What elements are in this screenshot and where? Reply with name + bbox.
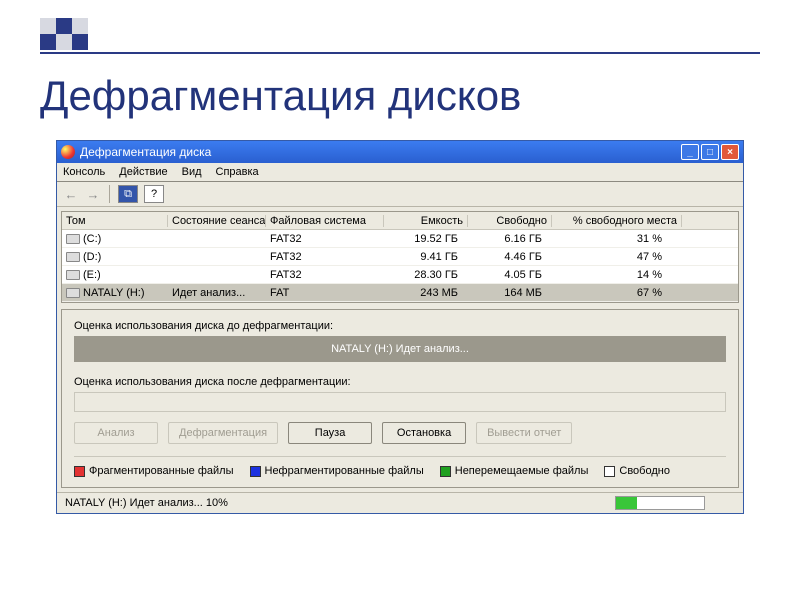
report-button[interactable]: Вывести отчет <box>476 422 572 444</box>
menu-help[interactable]: Справка <box>216 166 259 178</box>
minimize-button[interactable]: _ <box>681 144 699 160</box>
pause-button[interactable]: Пауза <box>288 422 372 444</box>
defragment-button[interactable]: Дефрагментация <box>168 422 278 444</box>
close-button[interactable]: × <box>721 144 739 160</box>
legend-free: Свободно <box>604 465 670 477</box>
col-pct[interactable]: % свободного места <box>552 215 682 227</box>
window-body: Том Состояние сеанса Файловая система Ем… <box>57 207 743 492</box>
drive-icon <box>66 288 80 298</box>
slide-deco <box>72 18 88 34</box>
toolbar-props-button[interactable]: ⧉ <box>118 185 138 203</box>
swatch-red-icon <box>74 466 85 477</box>
legend-immovable: Неперемещаемые файлы <box>440 465 589 477</box>
cell-volume: (C:) <box>62 233 168 245</box>
cell-pct: 47 % <box>552 251 682 263</box>
slide-deco <box>40 18 56 34</box>
toolbar-help-button[interactable]: ? <box>144 185 164 203</box>
stop-button[interactable]: Остановка <box>382 422 466 444</box>
app-icon <box>61 145 75 159</box>
slide-divider <box>40 52 760 54</box>
swatch-green-icon <box>440 466 451 477</box>
cell-fs: FAT32 <box>266 269 384 281</box>
toolbar: ← → ⧉ ? <box>57 182 743 207</box>
col-state[interactable]: Состояние сеанса <box>168 215 266 227</box>
after-usage-bar <box>74 392 726 412</box>
defrag-window: Дефрагментация диска _ □ × Консоль Дейст… <box>56 140 744 514</box>
analyze-button[interactable]: Анализ <box>74 422 158 444</box>
back-icon[interactable]: ← <box>63 187 79 201</box>
forward-icon[interactable]: → <box>85 187 101 201</box>
cell-free: 6.16 ГБ <box>468 233 552 245</box>
col-free[interactable]: Свободно <box>468 215 552 227</box>
status-bar: NATALY (H:) Идет анализ... 10% <box>57 492 743 513</box>
toolbar-separator <box>109 185 110 203</box>
cell-capacity: 243 МБ <box>384 287 468 299</box>
col-volume[interactable]: Том <box>62 215 168 227</box>
cell-volume: (E:) <box>62 269 168 281</box>
cell-free: 164 МБ <box>468 287 552 299</box>
cell-fs: FAT32 <box>266 251 384 263</box>
after-label: Оценка использования диска после дефрагм… <box>74 376 726 388</box>
menubar: Консоль Действие Вид Справка <box>57 163 743 182</box>
legend-fragmented: Фрагментированные файлы <box>74 465 234 477</box>
menu-view[interactable]: Вид <box>182 166 202 178</box>
window-title: Дефрагментация диска <box>80 145 679 159</box>
slide-deco <box>72 34 88 50</box>
maximize-button[interactable]: □ <box>701 144 719 160</box>
slide-heading: Дефрагментация дисков <box>40 72 521 120</box>
before-usage-bar: NATALY (H:) Идет анализ... <box>74 336 726 362</box>
cell-free: 4.46 ГБ <box>468 251 552 263</box>
grid-row[interactable]: (E:) FAT32 28.30 ГБ 4.05 ГБ 14 % <box>62 266 738 284</box>
grid-header: Том Состояние сеанса Файловая система Ем… <box>62 212 738 230</box>
cell-free: 4.05 ГБ <box>468 269 552 281</box>
col-capacity[interactable]: Емкость <box>384 215 468 227</box>
cell-capacity: 9.41 ГБ <box>384 251 468 263</box>
volume-grid: Том Состояние сеанса Файловая система Ем… <box>61 211 739 303</box>
usage-panel: Оценка использования диска до дефрагмент… <box>61 309 739 488</box>
drive-icon <box>66 270 80 280</box>
menu-console[interactable]: Консоль <box>63 166 105 178</box>
cell-fs: FAT32 <box>266 233 384 245</box>
cell-volume: (D:) <box>62 251 168 263</box>
swatch-white-icon <box>604 466 615 477</box>
grid-row[interactable]: (C:) FAT32 19.52 ГБ 6.16 ГБ 31 % <box>62 230 738 248</box>
cell-volume: NATALY (H:) <box>62 287 168 299</box>
usage-bar-text: NATALY (H:) Идет анализ... <box>331 343 469 355</box>
cell-fs: FAT <box>266 287 384 299</box>
swatch-blue-icon <box>250 466 261 477</box>
legend-contiguous: Нефрагментированные файлы <box>250 465 424 477</box>
legend: Фрагментированные файлы Нефрагментирован… <box>74 456 726 477</box>
drive-icon <box>66 252 80 262</box>
cell-capacity: 19.52 ГБ <box>384 233 468 245</box>
slide-deco <box>56 18 72 34</box>
cell-pct: 67 % <box>552 287 682 299</box>
status-text: NATALY (H:) Идет анализ... 10% <box>65 497 228 509</box>
grid-row-selected[interactable]: NATALY (H:) Идет анализ... FAT 243 МБ 16… <box>62 284 738 302</box>
cell-state: Идет анализ... <box>168 287 266 299</box>
grid-row[interactable]: (D:) FAT32 9.41 ГБ 4.46 ГБ 47 % <box>62 248 738 266</box>
progress-fill <box>616 497 637 509</box>
titlebar[interactable]: Дефрагментация диска _ □ × <box>57 141 743 163</box>
cell-capacity: 28.30 ГБ <box>384 269 468 281</box>
drive-icon <box>66 234 80 244</box>
col-fs[interactable]: Файловая система <box>266 215 384 227</box>
progress-bar <box>615 496 705 510</box>
menu-action[interactable]: Действие <box>119 166 167 178</box>
slide-deco <box>40 34 56 50</box>
cell-pct: 31 % <box>552 233 682 245</box>
slide-deco <box>56 34 72 50</box>
before-label: Оценка использования диска до дефрагмент… <box>74 320 726 332</box>
cell-pct: 14 % <box>552 269 682 281</box>
button-row: Анализ Дефрагментация Пауза Остановка Вы… <box>74 422 726 444</box>
